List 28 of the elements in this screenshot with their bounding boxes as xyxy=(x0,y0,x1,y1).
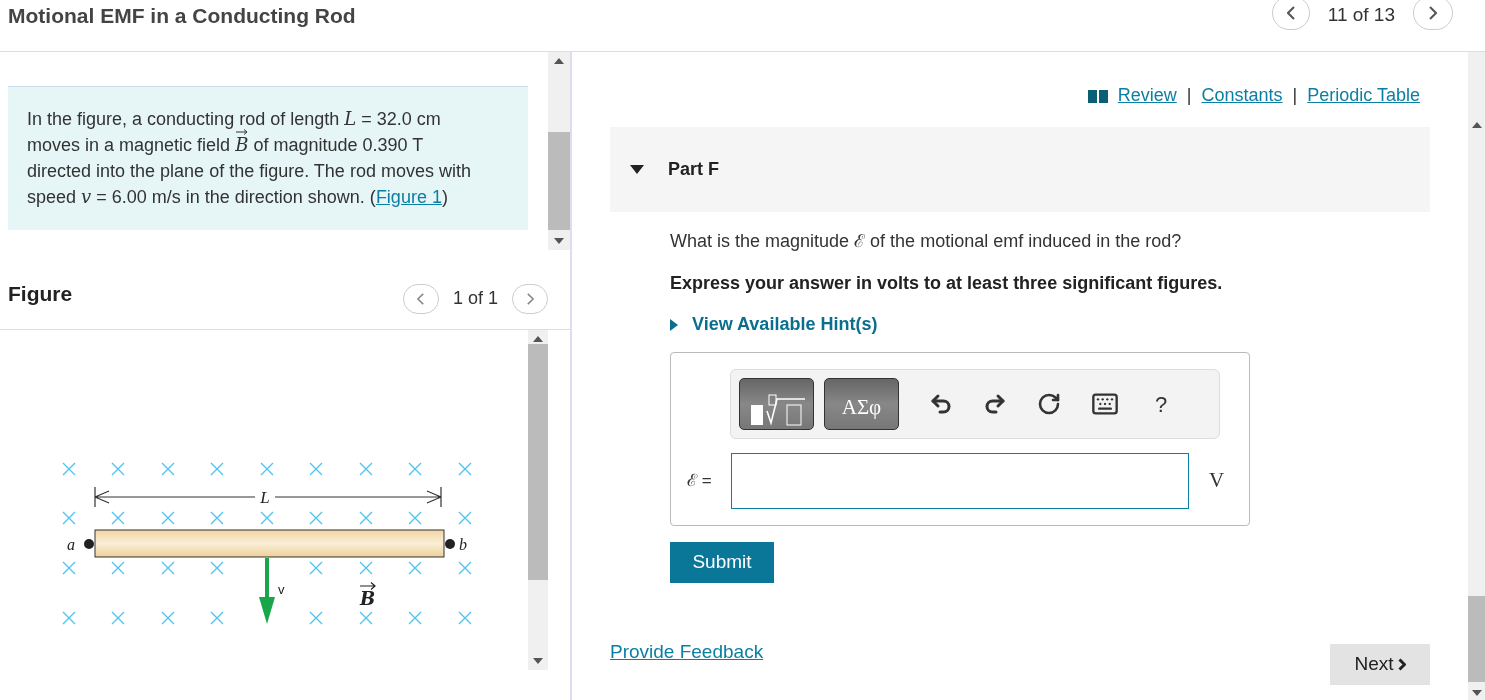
answer-label: ℰ = xyxy=(687,470,713,493)
next-button[interactable]: Next xyxy=(1330,644,1430,685)
end-label: a xyxy=(67,536,75,553)
review-link[interactable]: Review xyxy=(1117,82,1177,109)
field-label: B xyxy=(360,588,376,609)
velocity-label: v xyxy=(278,582,285,597)
page-counter: 11 of 13 xyxy=(1327,2,1395,27)
instruction-text: Express your answer in volts to at least three significant figures. xyxy=(670,272,1223,295)
symbols-button[interactable]: ΑΣφ xyxy=(824,378,899,430)
length-label: L xyxy=(260,488,270,507)
hints-toggle[interactable]: View Available Hint(s) xyxy=(670,311,878,338)
constants-link[interactable]: Constants xyxy=(1201,82,1283,109)
figure-link[interactable]: Figure 1 xyxy=(375,187,442,207)
problem-text: In the figure, a conducting rod of length L = 32.0 cm moves in a magnetic field B of magnitude 0.390 T directed into the plane of the figure. The rod moves with speed v = 6.00 m/s in the direction shown. (Figure 1) xyxy=(27,107,472,209)
part-title: Part F xyxy=(668,158,719,181)
periodic-table-link[interactable]: Periodic Table xyxy=(1307,82,1420,109)
figure-heading: Figure xyxy=(8,280,73,307)
feedback-link[interactable]: Provide Feedback xyxy=(610,637,764,666)
separator: | xyxy=(1292,84,1298,107)
separator: | xyxy=(1186,84,1192,107)
end-label: b xyxy=(459,536,467,553)
unit-label: V xyxy=(1209,467,1225,495)
help-button[interactable]: ? xyxy=(1155,387,1168,421)
question-text: What is the magnitude ℰ of the motional emf induced in the rod? xyxy=(670,230,1182,253)
figure-counter: 1 of 1 xyxy=(452,287,498,310)
submit-button[interactable]: Submit xyxy=(670,542,774,583)
page-title: Motional EMF in a Conducting Rod xyxy=(8,3,356,29)
part-header[interactable]: Part F xyxy=(610,127,1430,212)
